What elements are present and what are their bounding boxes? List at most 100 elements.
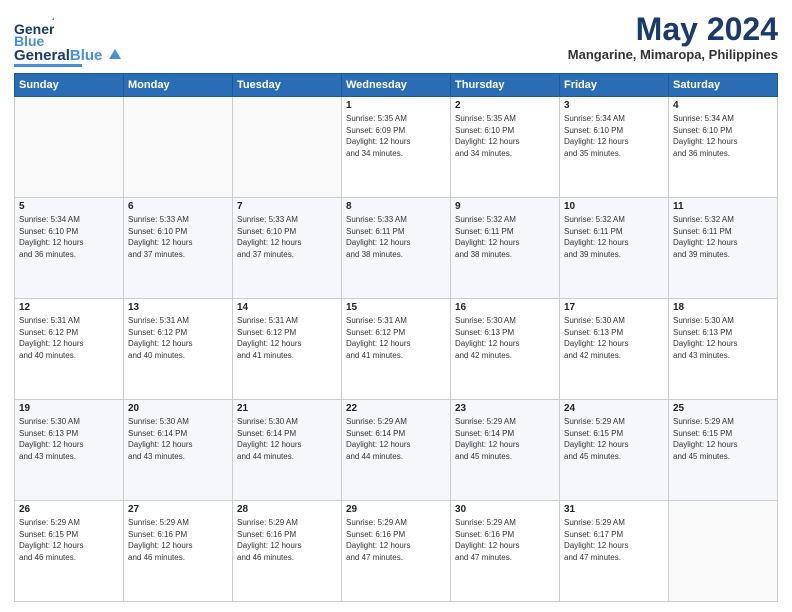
calendar-cell: 26 Sunrise: 5:29 AM Sunset: 6:15 PM Dayli…: [15, 500, 124, 601]
day-info: Sunrise: 5:32 AM Sunset: 6:11 PM Dayligh…: [564, 214, 664, 260]
day-info: Sunrise: 5:33 AM Sunset: 6:10 PM Dayligh…: [128, 214, 228, 260]
calendar-cell: 20 Sunrise: 5:30 AM Sunset: 6:14 PM Dayli…: [124, 399, 233, 500]
day-number: 23: [455, 403, 555, 414]
header: General Blue GeneralBlue May 2024 Mangar…: [14, 12, 778, 67]
calendar-cell: 30Sunrise: 5:29 AM Sunset: 6:16 PM Dayli…: [451, 500, 560, 601]
page: General Blue GeneralBlue May 2024 Mangar…: [0, 0, 792, 612]
day-number: 2: [455, 100, 555, 111]
day-number: 15: [346, 302, 446, 313]
calendar-cell: 28 Sunrise: 5:29 AM Sunset: 6:16 PM Dayli…: [233, 500, 342, 601]
header-right: May 2024 Mangarine, Mimaropa, Philippine…: [568, 12, 778, 62]
day-number: 4: [673, 100, 773, 111]
day-info: Sunrise: 5:30 AM Sunset: 6:13 PM Dayligh…: [564, 315, 664, 361]
day-number: 6: [128, 201, 228, 212]
day-number: 13: [128, 302, 228, 313]
calendar-cell: 22Sunrise: 5:29 AM Sunset: 6:14 PM Dayli…: [342, 399, 451, 500]
day-number: 27: [128, 504, 228, 515]
calendar-header: SundayMondayTuesdayWednesdayThursdayFrid…: [15, 74, 778, 97]
calendar-cell: 7 Sunrise: 5:33 AM Sunset: 6:10 PM Daylig…: [233, 198, 342, 299]
day-info: Sunrise: 5:35 AM Sunset: 6:10 PM Dayligh…: [455, 113, 555, 159]
day-number: 18: [673, 302, 773, 313]
day-info: Sunrise: 5:29 AM Sunset: 6:14 PM Dayligh…: [455, 416, 555, 462]
calendar-cell: 9 Sunrise: 5:32 AM Sunset: 6:11 PM Daylig…: [451, 198, 560, 299]
day-info: Sunrise: 5:33 AM Sunset: 6:10 PM Dayligh…: [237, 214, 337, 260]
calendar-cell: 14 Sunrise: 5:31 AM Sunset: 6:12 PM Dayli…: [233, 299, 342, 400]
day-info: Sunrise: 5:35 AM Sunset: 6:09 PM Dayligh…: [346, 113, 446, 159]
day-number: 11: [673, 201, 773, 212]
header-day-thursday: Thursday: [451, 74, 560, 97]
day-number: 24: [564, 403, 664, 414]
day-number: 28: [237, 504, 337, 515]
day-info: Sunrise: 5:29 AM Sunset: 6:16 PM Dayligh…: [346, 517, 446, 563]
header-day-wednesday: Wednesday: [342, 74, 451, 97]
day-info: Sunrise: 5:30 AM Sunset: 6:14 PM Dayligh…: [128, 416, 228, 462]
calendar-cell: 25Sunrise: 5:29 AM Sunset: 6:15 PM Dayli…: [669, 399, 778, 500]
day-number: 19: [19, 403, 119, 414]
calendar-cell: 10 Sunrise: 5:32 AM Sunset: 6:11 PM Dayli…: [560, 198, 669, 299]
day-number: 14: [237, 302, 337, 313]
week-row-0: 1 Sunrise: 5:35 AM Sunset: 6:09 PM Daylig…: [15, 97, 778, 198]
day-number: 7: [237, 201, 337, 212]
calendar-cell: [124, 97, 233, 198]
day-info: Sunrise: 5:29 AM Sunset: 6:15 PM Dayligh…: [19, 517, 119, 563]
day-info: Sunrise: 5:30 AM Sunset: 6:14 PM Dayligh…: [237, 416, 337, 462]
header-row: SundayMondayTuesdayWednesdayThursdayFrid…: [15, 74, 778, 97]
calendar-cell: [669, 500, 778, 601]
day-info: Sunrise: 5:33 AM Sunset: 6:11 PM Dayligh…: [346, 214, 446, 260]
day-info: Sunrise: 5:32 AM Sunset: 6:11 PM Dayligh…: [455, 214, 555, 260]
day-number: 3: [564, 100, 664, 111]
week-row-2: 12 Sunrise: 5:31 AM Sunset: 6:12 PM Dayli…: [15, 299, 778, 400]
calendar-cell: 11 Sunrise: 5:32 AM Sunset: 6:11 PM Dayli…: [669, 198, 778, 299]
day-number: 5: [19, 201, 119, 212]
day-info: Sunrise: 5:34 AM Sunset: 6:10 PM Dayligh…: [673, 113, 773, 159]
week-row-4: 26 Sunrise: 5:29 AM Sunset: 6:15 PM Dayli…: [15, 500, 778, 601]
day-number: 12: [19, 302, 119, 313]
day-number: 20: [128, 403, 228, 414]
calendar-cell: 17 Sunrise: 5:30 AM Sunset: 6:13 PM Dayli…: [560, 299, 669, 400]
header-day-saturday: Saturday: [669, 74, 778, 97]
week-row-3: 19 Sunrise: 5:30 AM Sunset: 6:13 PM Dayli…: [15, 399, 778, 500]
day-info: Sunrise: 5:29 AM Sunset: 6:15 PM Dayligh…: [673, 416, 773, 462]
calendar-cell: [15, 97, 124, 198]
day-number: 9: [455, 201, 555, 212]
calendar-cell: 19 Sunrise: 5:30 AM Sunset: 6:13 PM Dayli…: [15, 399, 124, 500]
day-info: Sunrise: 5:31 AM Sunset: 6:12 PM Dayligh…: [19, 315, 119, 361]
day-number: 8: [346, 201, 446, 212]
day-number: 21: [237, 403, 337, 414]
calendar-cell: 2 Sunrise: 5:35 AM Sunset: 6:10 PM Daylig…: [451, 97, 560, 198]
day-info: Sunrise: 5:30 AM Sunset: 6:13 PM Dayligh…: [455, 315, 555, 361]
day-info: Sunrise: 5:30 AM Sunset: 6:13 PM Dayligh…: [19, 416, 119, 462]
day-info: Sunrise: 5:29 AM Sunset: 6:14 PM Dayligh…: [346, 416, 446, 462]
day-info: Sunrise: 5:30 AM Sunset: 6:13 PM Dayligh…: [673, 315, 773, 361]
day-info: Sunrise: 5:29 AM Sunset: 6:16 PM Dayligh…: [237, 517, 337, 563]
day-number: 1: [346, 100, 446, 111]
calendar-cell: 23 Sunrise: 5:29 AM Sunset: 6:14 PM Dayli…: [451, 399, 560, 500]
day-number: 16: [455, 302, 555, 313]
month-title: May 2024: [568, 12, 778, 47]
week-row-1: 5 Sunrise: 5:34 AM Sunset: 6:10 PM Daylig…: [15, 198, 778, 299]
day-info: Sunrise: 5:31 AM Sunset: 6:12 PM Dayligh…: [128, 315, 228, 361]
day-number: 10: [564, 201, 664, 212]
calendar-cell: 31Sunrise: 5:29 AM Sunset: 6:17 PM Dayli…: [560, 500, 669, 601]
calendar-cell: 8 Sunrise: 5:33 AM Sunset: 6:11 PM Daylig…: [342, 198, 451, 299]
day-number: 17: [564, 302, 664, 313]
day-info: Sunrise: 5:29 AM Sunset: 6:15 PM Dayligh…: [564, 416, 664, 462]
header-day-friday: Friday: [560, 74, 669, 97]
header-day-tuesday: Tuesday: [233, 74, 342, 97]
calendar-cell: 27Sunrise: 5:29 AM Sunset: 6:16 PM Dayli…: [124, 500, 233, 601]
day-info: Sunrise: 5:34 AM Sunset: 6:10 PM Dayligh…: [564, 113, 664, 159]
calendar-cell: 18 Sunrise: 5:30 AM Sunset: 6:13 PM Dayli…: [669, 299, 778, 400]
logo-icon: General Blue: [14, 12, 54, 52]
day-number: 30: [455, 504, 555, 515]
day-info: Sunrise: 5:32 AM Sunset: 6:11 PM Dayligh…: [673, 214, 773, 260]
day-number: 31: [564, 504, 664, 515]
calendar-cell: 16 Sunrise: 5:30 AM Sunset: 6:13 PM Dayli…: [451, 299, 560, 400]
day-number: 26: [19, 504, 119, 515]
calendar-cell: 6 Sunrise: 5:33 AM Sunset: 6:10 PM Daylig…: [124, 198, 233, 299]
day-info: Sunrise: 5:31 AM Sunset: 6:12 PM Dayligh…: [237, 315, 337, 361]
day-info: Sunrise: 5:34 AM Sunset: 6:10 PM Dayligh…: [19, 214, 119, 260]
calendar-cell: 4 Sunrise: 5:34 AM Sunset: 6:10 PM Daylig…: [669, 97, 778, 198]
calendar-cell: 3 Sunrise: 5:34 AM Sunset: 6:10 PM Daylig…: [560, 97, 669, 198]
calendar-cell: 12 Sunrise: 5:31 AM Sunset: 6:12 PM Dayli…: [15, 299, 124, 400]
calendar-cell: 1 Sunrise: 5:35 AM Sunset: 6:09 PM Daylig…: [342, 97, 451, 198]
